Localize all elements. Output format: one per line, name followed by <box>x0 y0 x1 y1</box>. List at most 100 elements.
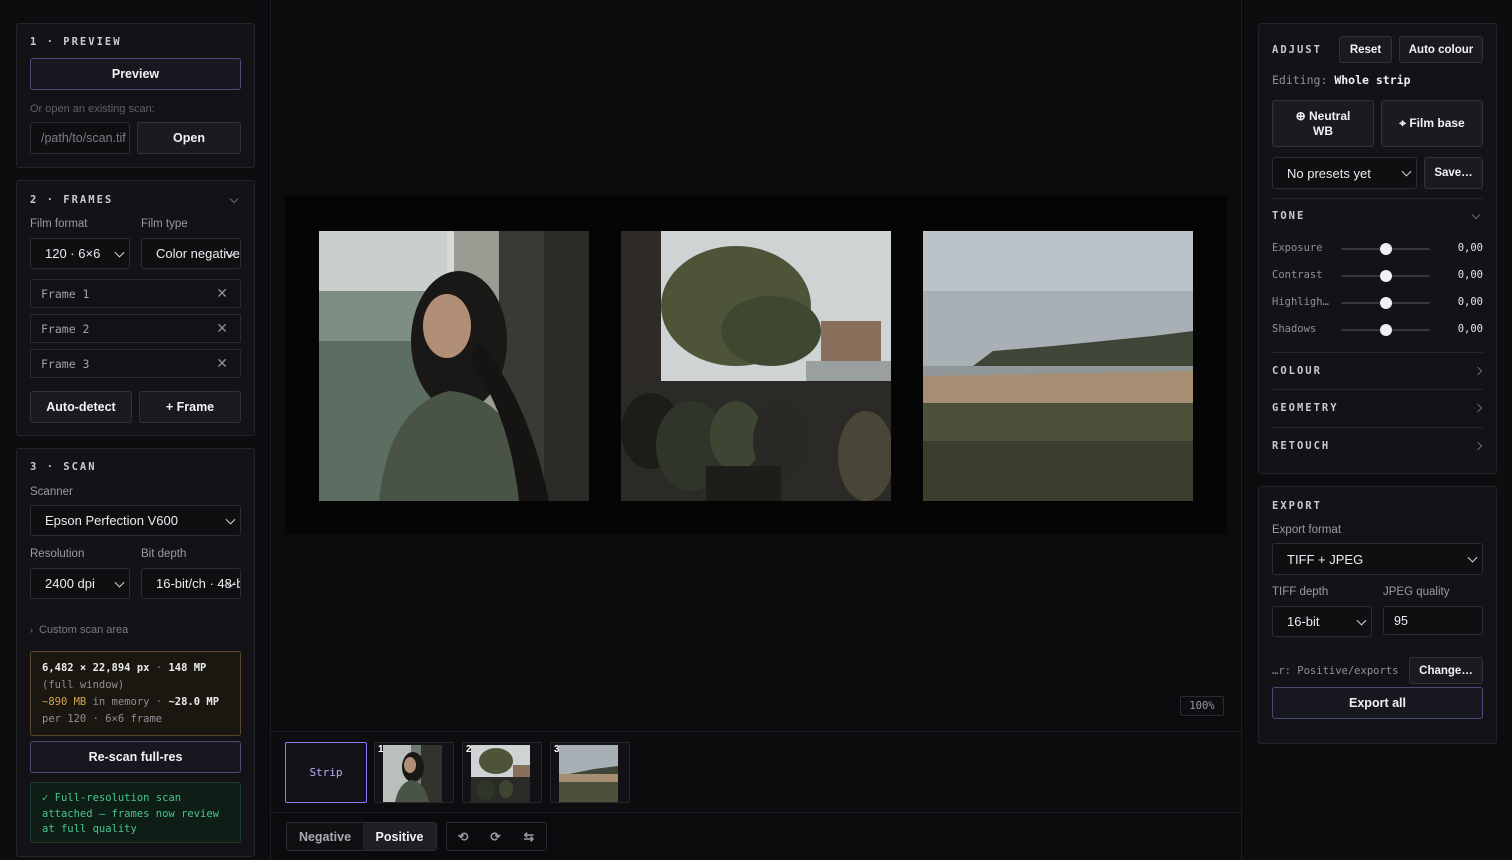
auto-colour-button[interactable]: Auto colour <box>1399 36 1483 63</box>
rotate-right-icon[interactable]: ⟳ <box>479 823 511 850</box>
divider <box>1272 352 1483 353</box>
negative-positive-toggle: Negative Positive <box>286 822 437 851</box>
film-strip-preview[interactable] <box>285 196 1227 534</box>
bit-depth-select[interactable]: 16-bit/ch · 48-bit <box>141 568 241 599</box>
film-type-label: Film type <box>141 218 188 230</box>
chevron-down-icon <box>1467 552 1478 563</box>
adjust-panel: ADJUST Reset Auto colour Editing: Whole … <box>1258 23 1497 474</box>
slider-handle[interactable] <box>1379 324 1392 336</box>
divider <box>1272 198 1483 199</box>
auto-detect-button[interactable]: Auto-detect <box>30 391 132 423</box>
reset-button[interactable]: Reset <box>1339 36 1392 63</box>
close-icon[interactable]: ✕ <box>216 286 228 302</box>
film-format-select[interactable]: 120 · 6×6 <box>30 238 130 269</box>
close-icon[interactable]: ✕ <box>216 356 228 372</box>
thumb-frame-3[interactable]: 3 <box>550 742 630 803</box>
export-all-button[interactable]: Export all <box>1272 687 1483 719</box>
zoom-level[interactable]: 100% <box>1180 696 1224 716</box>
section-colour[interactable]: COLOUR <box>1272 365 1322 377</box>
slider-handle[interactable] <box>1379 270 1392 282</box>
chevron-right-icon[interactable] <box>1473 403 1483 413</box>
open-hint: Or open an existing scan: <box>30 103 155 115</box>
highlights-slider[interactable]: Highligh… 0,00 <box>1272 295 1483 311</box>
chevron-down-icon[interactable] <box>1471 210 1481 220</box>
beach-image <box>923 231 1193 501</box>
chevron-down-icon <box>1356 615 1367 626</box>
slider-handle[interactable] <box>1379 297 1392 309</box>
frame-preview-3[interactable] <box>923 231 1193 501</box>
resolution-label: Resolution <box>30 548 85 560</box>
export-format-label: Export format <box>1272 524 1342 536</box>
rotate-left-icon[interactable]: ⟲ <box>447 823 479 850</box>
tiff-depth-select[interactable]: 16-bit <box>1272 606 1372 637</box>
frames-panel: 2 · FRAMES Film format Film type 120 · 6… <box>16 180 255 436</box>
thumb-frame-1[interactable]: 1 <box>374 742 454 803</box>
presets-select[interactable]: No presets yet <box>1272 157 1417 189</box>
scan-title: 3 · SCAN <box>30 461 97 473</box>
scan-size-info: 6,482 × 22,894 px · 148 MP (full window)… <box>30 651 241 736</box>
frame-item-1[interactable]: Frame 1 ✕ <box>30 279 241 308</box>
contrast-slider[interactable]: Contrast 0,00 <box>1272 268 1483 284</box>
section-geometry[interactable]: GEOMETRY <box>1272 402 1339 414</box>
adjust-title: ADJUST <box>1272 44 1322 56</box>
chevron-right-icon[interactable] <box>1473 366 1483 376</box>
neutral-wb-button[interactable]: ⊕ Neutral WB <box>1272 100 1374 147</box>
chevron-right-icon: › <box>30 625 33 635</box>
cafe-image <box>621 231 891 501</box>
transform-tools: ⟲ ⟳ ⇆ <box>446 822 547 851</box>
chevron-down-icon <box>114 577 125 588</box>
export-format-select[interactable]: TIFF + JPEG <box>1272 543 1483 575</box>
divider <box>1272 389 1483 390</box>
collapse-chevron-icon[interactable] <box>229 194 239 204</box>
scanner-select[interactable]: Epson Perfection V600 <box>30 505 241 536</box>
editing-indicator: Editing: Whole strip <box>1272 73 1411 87</box>
preview-title: 1 · PREVIEW <box>30 36 122 48</box>
mode-negative[interactable]: Negative <box>287 823 363 850</box>
film-format-label: Film format <box>30 218 88 230</box>
bit-depth-label: Bit depth <box>141 548 187 560</box>
export-panel: EXPORT Export format TIFF + JPEG TIFF de… <box>1258 486 1497 744</box>
export-folder-path: …r: Positive/exports <box>1272 665 1399 677</box>
mode-positive[interactable]: Positive <box>362 823 436 850</box>
portrait-image <box>319 231 589 501</box>
chevron-down-icon <box>1401 166 1412 177</box>
close-icon[interactable]: ✕ <box>216 321 228 337</box>
frames-title: 2 · FRAMES <box>30 194 114 206</box>
change-folder-button[interactable]: Change… <box>1409 657 1483 684</box>
add-frame-button[interactable]: + Frame <box>139 391 241 423</box>
thumb-image-2 <box>471 745 530 802</box>
flip-icon[interactable]: ⇆ <box>512 823 546 850</box>
left-sidebar: 1 · PREVIEW Preview Or open an existing … <box>0 0 271 860</box>
film-type-select[interactable]: Color negative <box>141 238 241 269</box>
resolution-select[interactable]: 2400 dpi <box>30 568 130 599</box>
divider <box>1272 427 1483 428</box>
frame-item-3[interactable]: Frame 3 ✕ <box>30 349 241 378</box>
chevron-right-icon[interactable] <box>1473 441 1483 451</box>
rescan-button[interactable]: Re-scan full-res <box>30 741 241 773</box>
chevron-down-icon <box>114 247 125 258</box>
frame-preview-2[interactable] <box>621 231 891 501</box>
thumb-frame-2[interactable]: 2 <box>462 742 542 803</box>
chevron-down-icon <box>225 514 236 525</box>
scan-status-message: ✓ Full-resolution scan attached — frames… <box>30 782 241 843</box>
export-title: EXPORT <box>1272 500 1322 512</box>
jpeg-quality-input[interactable]: 95 <box>1383 606 1483 635</box>
scan-panel: 3 · SCAN Scanner Epson Perfection V600 R… <box>16 448 255 857</box>
shadows-slider[interactable]: Shadows 0,00 <box>1272 322 1483 338</box>
thumb-image-1 <box>383 745 442 802</box>
thumb-image-3 <box>559 745 618 802</box>
exposure-slider[interactable]: Exposure 0,00 <box>1272 241 1483 257</box>
section-retouch[interactable]: RETOUCH <box>1272 440 1330 452</box>
open-button[interactable]: Open <box>137 122 241 154</box>
frame-preview-1[interactable] <box>319 231 589 501</box>
right-sidebar: ADJUST Reset Auto colour Editing: Whole … <box>1241 0 1512 860</box>
tiff-depth-label: TIFF depth <box>1272 586 1329 598</box>
custom-scan-area-toggle[interactable]: › Custom scan area <box>30 624 128 636</box>
slider-handle[interactable] <box>1379 243 1392 255</box>
save-preset-button[interactable]: Save… <box>1424 157 1483 189</box>
scan-path-input[interactable]: /path/to/scan.tif <box>30 122 130 154</box>
film-base-button[interactable]: ⌖ Film base <box>1381 100 1483 147</box>
frame-item-2[interactable]: Frame 2 ✕ <box>30 314 241 343</box>
preview-button[interactable]: Preview <box>30 58 241 90</box>
strip-tab[interactable]: Strip <box>285 742 367 803</box>
